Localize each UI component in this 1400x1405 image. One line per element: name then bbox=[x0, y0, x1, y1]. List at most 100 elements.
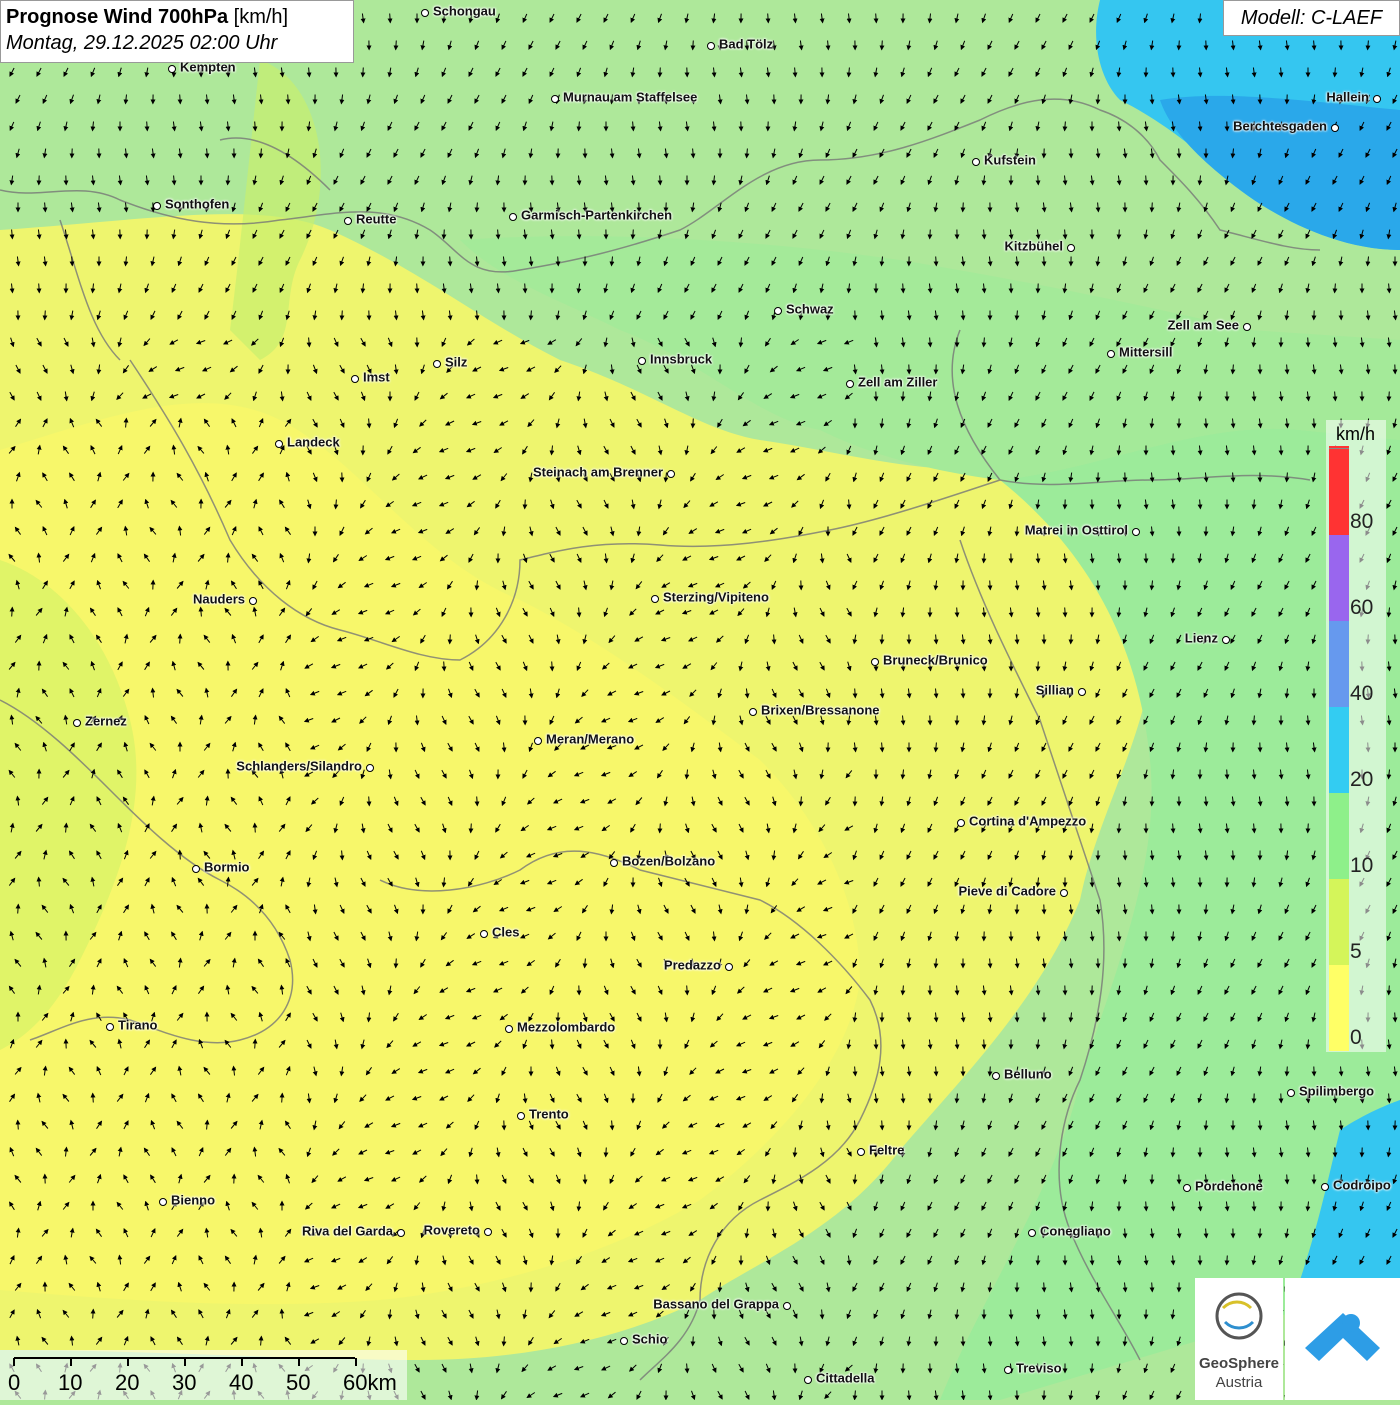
city-label: Lienz bbox=[1185, 631, 1218, 646]
city-label: Berchtesgaden bbox=[1233, 119, 1327, 134]
city-marker bbox=[707, 42, 715, 50]
city-marker bbox=[480, 930, 488, 938]
city-label: Codroipo bbox=[1333, 1178, 1391, 1193]
wind-arrow bbox=[558, 257, 559, 266]
city-label: Mittersill bbox=[1119, 345, 1172, 360]
city-marker bbox=[1028, 1229, 1036, 1237]
city-label: Imst bbox=[363, 370, 390, 385]
wind-arrow bbox=[363, 68, 364, 77]
city-marker bbox=[1287, 1089, 1295, 1097]
city-marker bbox=[1373, 95, 1381, 103]
wind-arrow bbox=[18, 905, 19, 914]
city-marker bbox=[1132, 528, 1140, 536]
legend-label: 60 bbox=[1350, 596, 1373, 620]
city-marker bbox=[846, 380, 854, 388]
wind-arrow bbox=[1092, 878, 1093, 887]
wind-arrow bbox=[1179, 41, 1180, 50]
city-label: Rovereto bbox=[424, 1223, 480, 1238]
city-marker bbox=[972, 158, 980, 166]
city-marker bbox=[517, 1112, 525, 1120]
map-title: Prognose Wind 700hPa [km/h] bbox=[6, 4, 348, 30]
wind-arrow bbox=[1119, 824, 1120, 833]
wind-arrow bbox=[1233, 851, 1234, 860]
wind-arrow bbox=[984, 1040, 985, 1049]
legend-label: 10 bbox=[1350, 854, 1373, 878]
city-marker bbox=[1067, 244, 1075, 252]
city-marker bbox=[783, 1302, 791, 1310]
wind-arrow bbox=[903, 284, 904, 293]
wind-arrow bbox=[288, 95, 289, 104]
wind-arrow bbox=[1287, 1175, 1288, 1184]
city-marker bbox=[153, 202, 161, 210]
city-marker bbox=[651, 595, 659, 603]
city-marker bbox=[725, 963, 733, 971]
city-marker bbox=[73, 719, 81, 727]
city-label: Sterzing/Vipiteno bbox=[663, 590, 769, 605]
city-marker bbox=[857, 1148, 865, 1156]
wind-arrow bbox=[963, 203, 964, 212]
city-label: Trento bbox=[529, 1107, 569, 1122]
city-marker bbox=[1004, 1366, 1012, 1374]
city-label: Cittadella bbox=[816, 1371, 875, 1386]
city-label: Predazzo bbox=[664, 958, 721, 973]
wind-arrow bbox=[1119, 230, 1120, 239]
city-marker bbox=[106, 1023, 114, 1031]
city-label: Brixen/Bressanone bbox=[761, 703, 880, 718]
city-label: Belluno bbox=[1004, 1067, 1052, 1082]
wind-arrow bbox=[525, 500, 526, 509]
city-label: Sonthofen bbox=[165, 197, 229, 212]
wind-arrow bbox=[882, 41, 883, 50]
city-marker bbox=[351, 375, 359, 383]
city-marker bbox=[1321, 1183, 1329, 1191]
wind-arrow bbox=[1179, 149, 1180, 158]
city-label: Schlanders/Silandro bbox=[236, 759, 362, 774]
city-label: Schwaz bbox=[786, 302, 834, 317]
legend-label: 80 bbox=[1350, 510, 1373, 534]
city-label: Treviso bbox=[1016, 1361, 1062, 1376]
wind-arrow bbox=[660, 68, 661, 77]
city-marker bbox=[1060, 889, 1068, 897]
city-label: Bruneck/Brunico bbox=[883, 653, 988, 668]
city-marker bbox=[620, 1337, 628, 1345]
wind-arrow bbox=[93, 1310, 94, 1319]
wind-arrow bbox=[1389, 392, 1390, 401]
wind-arrow bbox=[12, 608, 13, 617]
wind-arrow bbox=[444, 230, 445, 239]
city-label: Riva del Garda bbox=[302, 1224, 393, 1239]
wind-arrow bbox=[660, 176, 661, 185]
city-marker bbox=[421, 9, 429, 17]
city-label: Bassano del Grappa bbox=[653, 1297, 779, 1312]
city-label: Bozen/Bolzano bbox=[622, 854, 715, 869]
wind-arrow bbox=[882, 1121, 883, 1130]
wind-arrow bbox=[1044, 1283, 1045, 1292]
city-marker bbox=[275, 440, 283, 448]
city-label: Sillian bbox=[1036, 683, 1074, 698]
wind-arrow bbox=[180, 635, 181, 644]
wind-arrow bbox=[390, 14, 391, 23]
city-marker bbox=[1078, 688, 1086, 696]
wind-arrow bbox=[255, 824, 256, 833]
legend-color-segment bbox=[1329, 534, 1349, 621]
wind-arrow bbox=[450, 257, 451, 266]
wind-arrow bbox=[633, 230, 634, 239]
city-label: Pieve di Cadore bbox=[958, 884, 1056, 899]
wind-arrow bbox=[1152, 203, 1153, 212]
city-label: Tirano bbox=[118, 1018, 158, 1033]
wind-arrow bbox=[693, 41, 694, 50]
city-label: Nauders bbox=[193, 592, 245, 607]
wind-arrow bbox=[1254, 1202, 1255, 1211]
wind-arrow bbox=[693, 419, 694, 428]
city-label: Steinach am Brenner bbox=[533, 465, 663, 480]
wind-arrow bbox=[930, 230, 931, 239]
city-marker bbox=[433, 360, 441, 368]
wind-arrow bbox=[1281, 446, 1282, 455]
map-title-main: Prognose Wind 700hPa bbox=[6, 6, 228, 28]
scale-label: 20 bbox=[115, 1370, 139, 1396]
wind-arrow bbox=[1173, 446, 1174, 455]
wind-arrow bbox=[990, 581, 991, 590]
legend-unit: km/h bbox=[1336, 424, 1375, 445]
legend-label: 5 bbox=[1350, 940, 1362, 964]
city-label: Pordenone bbox=[1195, 1179, 1263, 1194]
wind-arrow bbox=[1314, 419, 1315, 428]
city-marker bbox=[610, 859, 618, 867]
